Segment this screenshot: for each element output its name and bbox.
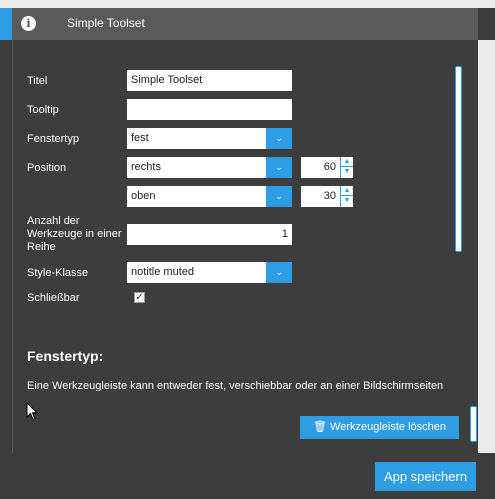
closable-label: Schließbar [27, 292, 80, 304]
background-page [0, 0, 495, 8]
position-horizontal-dropdown-button[interactable]: ⌄ [266, 157, 292, 178]
position-label: Position [27, 162, 67, 174]
panel-scrollbar[interactable] [470, 406, 477, 442]
position-vertical-select[interactable]: oben [127, 186, 266, 207]
window-type-select[interactable]: fest [127, 128, 266, 149]
position-horizontal-offset-input[interactable]: 60 [301, 157, 340, 178]
checkmark-icon: ✓ [135, 292, 144, 303]
title-label: Titel [27, 75, 48, 87]
chevron-up-icon[interactable]: ▲ [341, 157, 353, 167]
window-type-dropdown-button[interactable]: ⌄ [266, 128, 292, 149]
panel-divider [12, 40, 13, 453]
header-accent [0, 8, 12, 40]
tooltip-label: Tooltip [27, 104, 59, 116]
style-class-dropdown-button[interactable]: ⌄ [266, 262, 292, 283]
help-section-title: Fenstertyp: [27, 348, 104, 364]
chevron-down-icon: ⌄ [275, 191, 283, 201]
tooltip-input[interactable] [127, 99, 292, 120]
closable-checkbox[interactable]: ✓ [134, 292, 145, 303]
chevron-down-icon: ⌄ [275, 162, 283, 172]
chevron-up-icon[interactable]: ▲ [341, 186, 353, 196]
tools-per-row-label: Anzahl der Werkzeuge in einer Reihe [27, 215, 122, 253]
save-app-button[interactable]: App speichern [375, 462, 476, 491]
chevron-down-icon: ⌄ [275, 267, 283, 277]
window-type-label: Fenstertyp [27, 133, 79, 145]
title-input[interactable] [127, 70, 292, 91]
delete-toolbar-button[interactable]: 🗑 Werkzeugleiste löschen [300, 416, 459, 439]
chevron-down-icon[interactable]: ▼ [341, 167, 353, 177]
help-section-text: Eine Werkzeugleiste kann entweder fest, … [27, 380, 444, 391]
style-class-select[interactable]: notitle muted [127, 262, 266, 283]
position-vertical-offset-input[interactable]: 30 [301, 186, 340, 207]
form-scrollbar[interactable] [455, 66, 462, 252]
chevron-down-icon[interactable]: ▼ [341, 196, 353, 206]
tools-per-row-input[interactable]: 1 [127, 224, 292, 245]
background-page-edge [478, 40, 495, 453]
chevron-down-icon: ⌄ [275, 133, 283, 143]
delete-toolbar-label: Werkzeugleiste löschen [330, 421, 446, 433]
style-class-label: Style-Klasse [27, 267, 89, 279]
position-horizontal-spinner[interactable]: ▲ ▼ [340, 157, 353, 178]
info-icon: i [21, 16, 36, 31]
header-title: Simple Toolset [67, 16, 145, 30]
position-horizontal-select[interactable]: rechts [127, 157, 266, 178]
position-vertical-dropdown-button[interactable]: ⌄ [266, 186, 292, 207]
trash-icon: 🗑 [313, 421, 327, 433]
mouse-cursor-icon [26, 402, 38, 421]
position-vertical-spinner[interactable]: ▲ ▼ [340, 186, 353, 207]
